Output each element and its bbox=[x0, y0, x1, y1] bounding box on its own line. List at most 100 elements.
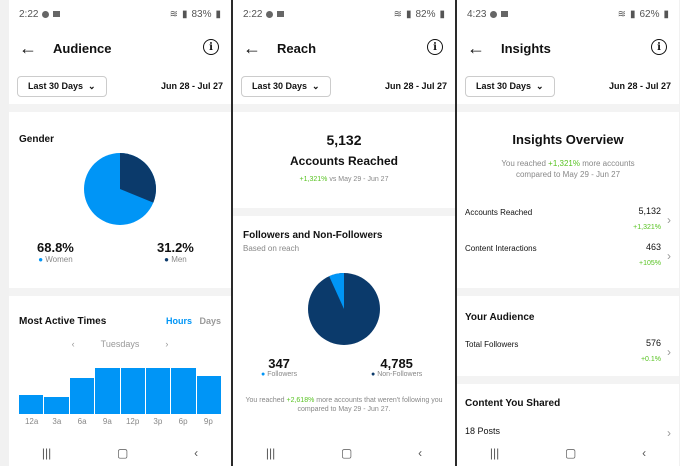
followers-label: Followers bbox=[267, 371, 298, 378]
chevron-right-icon: › bbox=[667, 249, 671, 263]
women-percent: 68.8% bbox=[37, 240, 74, 255]
divider bbox=[457, 376, 679, 384]
recents-icon[interactable]: ||| bbox=[42, 446, 51, 460]
wifi-icon: ≋ bbox=[617, 8, 626, 20]
active-time-bar bbox=[44, 397, 69, 414]
info-icon[interactable]: i bbox=[427, 39, 443, 55]
divider bbox=[233, 104, 455, 112]
reach-change: +1,321% bbox=[299, 176, 328, 183]
wifi-icon: ≋ bbox=[393, 8, 402, 20]
tab-hours[interactable]: Hours bbox=[166, 316, 192, 326]
top-bar: ← Reach i bbox=[233, 28, 455, 68]
date-filter-dropdown[interactable]: Last 30 Days ⌄ bbox=[241, 75, 331, 97]
date-filter-label: Last 30 Days bbox=[476, 81, 532, 91]
non-followers-count: 4,785 bbox=[380, 356, 413, 371]
active-time-bar bbox=[120, 368, 145, 414]
total-followers-row[interactable]: Total Followers 576 +0.1% › bbox=[465, 338, 671, 366]
status-bar: 2:22 ≋ ▮ 83% ▮ bbox=[9, 0, 231, 28]
divider bbox=[9, 104, 231, 112]
gender-title: Gender bbox=[19, 134, 55, 145]
followers-title: Followers and Non-Followers bbox=[243, 230, 383, 241]
status-time: 4:23 bbox=[467, 8, 487, 20]
chevron-down-icon: ⌄ bbox=[312, 80, 320, 91]
divider bbox=[9, 288, 231, 296]
system-nav-bar: ||| ▢ ‹ bbox=[233, 440, 455, 466]
reach-note-percent: +2,618% bbox=[286, 397, 315, 404]
tab-days[interactable]: Days bbox=[199, 316, 221, 326]
women-label: Women bbox=[45, 255, 73, 264]
insight-row-value: 5,132 bbox=[638, 206, 661, 216]
battery-icon: ▮ bbox=[215, 8, 221, 20]
men-stat: 31.2% ● Men bbox=[157, 240, 194, 264]
followers-section: Followers and Non-Followers Based on rea… bbox=[233, 216, 455, 442]
back-nav-icon[interactable]: ‹ bbox=[194, 446, 198, 460]
date-range: Jun 28 - Jul 27 bbox=[384, 81, 447, 91]
insight-row-content-interactions[interactable]: Content Interactions 463 +105% › bbox=[465, 242, 671, 270]
active-time-bar bbox=[69, 378, 95, 414]
chevron-down-icon: ⌄ bbox=[88, 80, 96, 91]
back-nav-icon[interactable]: ‹ bbox=[418, 446, 422, 460]
status-bar: 4:23 ≋ ▮ 62% ▮ bbox=[457, 0, 679, 28]
divider bbox=[457, 104, 679, 112]
back-arrow-icon[interactable]: ← bbox=[243, 38, 277, 59]
active-time-axis-label: 3a bbox=[52, 417, 62, 426]
battery-icon: ▮ bbox=[439, 8, 445, 20]
active-time-axis-label: 9a bbox=[102, 417, 112, 426]
posts-row[interactable]: 18 Posts › bbox=[465, 426, 671, 440]
followers-count: 347 bbox=[268, 356, 290, 371]
chevron-right-icon: › bbox=[667, 345, 671, 359]
followers-subtitle: Based on reach bbox=[243, 244, 300, 253]
previous-day-icon[interactable]: ‹ bbox=[72, 339, 75, 349]
active-time-axis-label: 12p bbox=[125, 417, 140, 426]
date-range: Jun 28 - Jul 27 bbox=[160, 81, 223, 91]
system-nav-bar: ||| ▢ ‹ bbox=[9, 440, 231, 466]
active-times-bar-chart bbox=[19, 368, 221, 414]
signal-icon: ▮ bbox=[629, 8, 636, 20]
active-time-axis-label: 3p bbox=[153, 417, 163, 426]
reach-note-prefix: You reached bbox=[245, 397, 287, 404]
divider bbox=[457, 288, 679, 296]
chevron-right-icon: › bbox=[667, 426, 671, 440]
total-followers-change: +0.1% bbox=[640, 356, 661, 363]
next-day-icon[interactable]: › bbox=[165, 339, 168, 349]
image-icon bbox=[277, 11, 285, 17]
overview-prefix: You reached bbox=[501, 159, 549, 168]
wifi-icon: ≋ bbox=[169, 8, 178, 20]
back-arrow-icon[interactable]: ← bbox=[467, 38, 501, 59]
status-time: 2:22 bbox=[243, 8, 263, 20]
home-icon[interactable]: ▢ bbox=[341, 446, 352, 460]
status-bar: 2:22 ≋ ▮ 82% ▮ bbox=[233, 0, 455, 28]
info-icon[interactable]: i bbox=[203, 39, 219, 55]
battery-level: 83% bbox=[191, 8, 212, 20]
chevron-down-icon: ⌄ bbox=[536, 80, 544, 91]
accounts-reached-section: 5,132 Accounts Reached +1,321% vs May 29… bbox=[233, 112, 455, 208]
image-icon bbox=[501, 11, 509, 17]
your-audience-section: Your Audience Total Followers 576 +0.1% › bbox=[457, 296, 679, 376]
insight-row-label: Accounts Reached bbox=[465, 208, 533, 217]
reach-note-suffix: more accounts that weren't following you… bbox=[297, 397, 443, 414]
signal-icon: ▮ bbox=[181, 8, 188, 20]
home-icon[interactable]: ▢ bbox=[117, 446, 128, 460]
recents-icon[interactable]: ||| bbox=[266, 446, 275, 460]
notification-icon bbox=[490, 10, 498, 18]
insight-row-change: +105% bbox=[639, 260, 661, 267]
total-followers-label: Total Followers bbox=[465, 340, 519, 349]
image-icon bbox=[53, 11, 61, 17]
active-time-bar bbox=[196, 376, 221, 414]
non-followers-label: Non-Followers bbox=[377, 371, 423, 378]
date-filter-dropdown[interactable]: Last 30 Days ⌄ bbox=[465, 75, 555, 97]
home-icon[interactable]: ▢ bbox=[565, 446, 576, 460]
followers-stat: 347 ● Followers bbox=[261, 356, 298, 378]
accounts-reached-value: 5,132 bbox=[326, 132, 362, 148]
back-nav-icon[interactable]: ‹ bbox=[642, 446, 646, 460]
active-time-bar bbox=[171, 368, 196, 414]
recents-icon[interactable]: ||| bbox=[490, 446, 499, 460]
insight-row-accounts-reached[interactable]: Accounts Reached 5,132 +1,321% › bbox=[465, 206, 671, 234]
date-filter-dropdown[interactable]: Last 30 Days ⌄ bbox=[17, 75, 107, 97]
info-icon[interactable]: i bbox=[651, 39, 667, 55]
back-arrow-icon[interactable]: ← bbox=[19, 38, 53, 59]
overview-title: Insights Overview bbox=[512, 132, 624, 147]
top-bar: ← Audience i bbox=[9, 28, 231, 68]
battery-level: 62% bbox=[639, 8, 660, 20]
page-title: Insights bbox=[501, 40, 551, 56]
